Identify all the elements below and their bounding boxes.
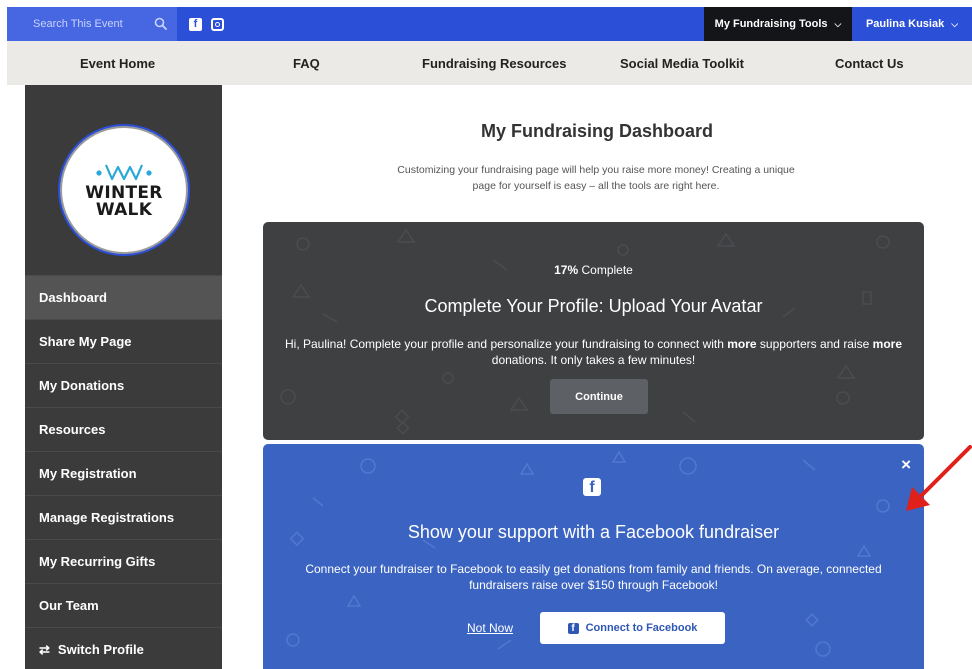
event-search [7,7,177,41]
profile-msg-bold-2: more [872,337,902,351]
instagram-icon[interactable] [211,17,224,31]
winter-walk-logo-mark-icon [96,164,152,181]
sidebar-item-label: Share My Page [39,334,132,349]
sidebar-item-label: Dashboard [39,290,107,305]
screenshot-frame: f My Fundraising Tools ⌵ Paulina Kusiak … [0,0,972,669]
shuffle-icon: ⇄ [39,641,50,657]
user-menu-dropdown[interactable]: Paulina Kusiak ⌵ [852,7,972,41]
sidebar-item-resources[interactable]: Resources [25,407,222,451]
facebook-card-heading: Show your support with a Facebook fundra… [407,522,780,542]
profile-card-message: Hi, Paulina! Complete your profile and p… [283,336,904,368]
red-arrow-annotation [906,445,972,511]
sidebar-item-label: My Donations [39,378,125,393]
facebook-card-message: Connect your fundraiser to Facebook to e… [305,562,882,592]
sidebar-item-our-team[interactable]: Our Team [25,583,222,627]
continue-button[interactable]: Continue [550,379,648,414]
connect-to-facebook-button[interactable]: f Connect to Facebook [540,612,725,644]
progress-label: 17% Complete [263,263,924,277]
profile-msg-part-2: supporters and raise [756,337,873,351]
top-bar: f My Fundraising Tools ⌵ Paulina Kusiak … [7,7,972,41]
sidebar-item-label: Manage Registrations [39,510,175,525]
sidebar-item-manage-registrations[interactable]: Manage Registrations [25,495,222,539]
search-icon[interactable] [154,17,167,30]
logo-line-2: WALK [95,200,153,220]
profile-msg-part-3: donations. It only takes a few minutes! [491,353,696,367]
page-intro: Customizing your fundraising page will h… [397,164,795,192]
sidebar-item-label: Switch Profile [57,642,144,657]
sidebar-item-label: My Registration [39,466,137,481]
sidebar-item-label: Resources [39,422,106,437]
sidebar-item-dashboard[interactable]: Dashboard [25,275,222,319]
fundraising-tools-label: My Fundraising Tools [714,18,828,30]
sidebar-item-share-my-page[interactable]: Share My Page [25,319,222,363]
logo-line-1: WINTER [85,183,163,203]
facebook-fundraiser-card: × f Show your support with a Facebook fu… [263,444,924,669]
fundraising-tools-dropdown[interactable]: My Fundraising Tools ⌵ [704,7,852,41]
nav-contact-us[interactable]: Contact Us [835,56,904,71]
progress-suffix: Complete [578,263,633,277]
chevron-down-icon: ⌵ [951,18,959,29]
winter-walk-logo: WINTER WALK [58,124,190,256]
search-input[interactable] [7,18,147,30]
nav-faq[interactable]: FAQ [293,56,320,71]
page-title: My Fundraising Dashboard [480,121,714,141]
chevron-down-icon: ⌵ [834,18,842,29]
profile-msg-part-1: Hi, Paulina! Complete your profile and p… [285,337,728,351]
profile-card-heading: Complete Your Profile: Upload Your Avata… [424,296,763,316]
facebook-icon[interactable]: f [189,17,202,31]
profile-completion-card: 17% Complete Complete Your Profile: Uplo… [263,222,924,440]
facebook-icon: f [567,622,579,634]
nav-social-media-toolkit[interactable]: Social Media Toolkit [620,56,744,71]
sidebar-item-label: Our Team [39,598,99,613]
connect-button-label: Connect to Facebook [585,622,698,634]
profile-msg-bold-1: more [727,337,757,351]
event-navigation: Event Home FAQ Fundraising Resources Soc… [7,41,972,85]
sidebar-item-switch-profile[interactable]: ⇄ Switch Profile [25,627,222,669]
sidebar-item-my-recurring-gifts[interactable]: My Recurring Gifts [25,539,222,583]
sidebar-item-my-registration[interactable]: My Registration [25,451,222,495]
facebook-icon: f [583,478,601,496]
not-now-link[interactable]: Not Now [467,621,513,635]
progress-value: 17% [554,263,579,277]
sidebar-item-my-donations[interactable]: My Donations [25,363,222,407]
user-name-label: Paulina Kusiak [865,18,945,30]
nav-event-home[interactable]: Event Home [80,56,155,71]
sidebar: WINTER WALK Dashboard Share My Page My D… [25,85,222,669]
sidebar-item-label: My Recurring Gifts [39,554,156,569]
nav-fundraising-resources[interactable]: Fundraising Resources [422,56,566,71]
